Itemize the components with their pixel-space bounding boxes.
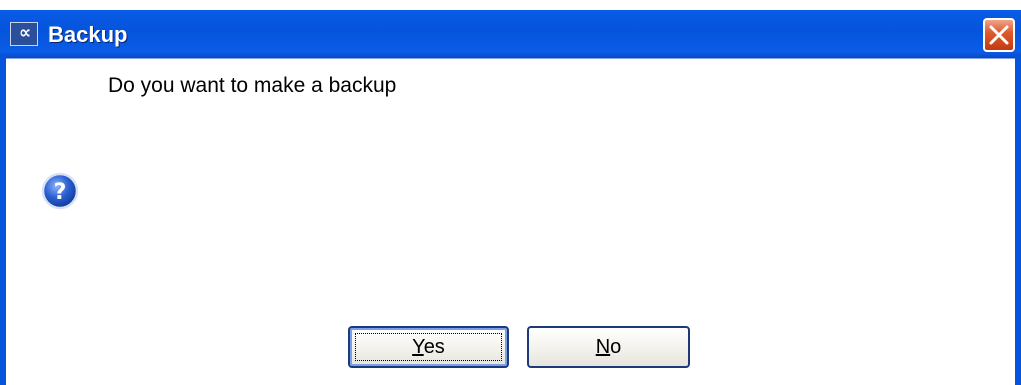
title-bar-top-strip	[0, 0, 1021, 10]
yes-label-rest: es	[423, 336, 445, 358]
no-label-rest: o	[610, 336, 622, 358]
window-frame-right	[1015, 56, 1021, 385]
backup-dialog-window: ∝ Backup Do you want to make a backup ?	[0, 0, 1021, 385]
close-icon	[989, 25, 1009, 45]
close-button[interactable]	[983, 18, 1015, 52]
question-icon: ?	[40, 171, 80, 211]
dialog-message: Do you want to make a backup	[108, 74, 397, 97]
window-title: Backup	[48, 22, 128, 47]
yes-mnemonic: Y	[412, 336, 424, 358]
app-logo-icon: ∝	[10, 22, 38, 46]
no-button-label: No	[596, 336, 622, 358]
dialog-content	[6, 59, 1015, 385]
svg-text:?: ?	[54, 180, 67, 205]
yes-button[interactable]: Yes	[348, 326, 509, 368]
no-button[interactable]: No	[527, 326, 690, 368]
title-bar[interactable]: ∝ Backup	[0, 0, 1021, 62]
no-mnemonic: N	[595, 336, 611, 358]
yes-button-label: Yes	[412, 336, 445, 358]
